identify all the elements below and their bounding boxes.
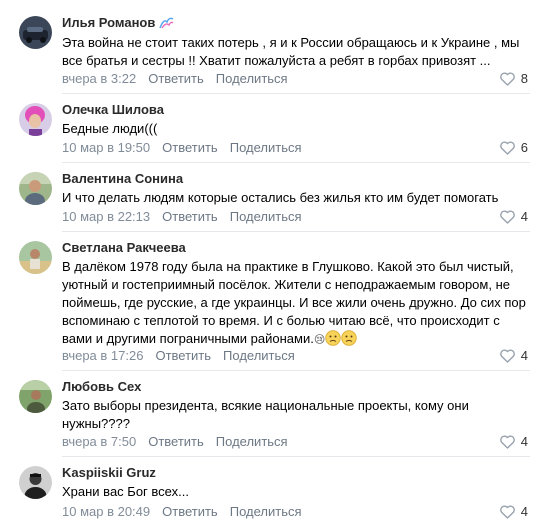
like-count: 4 (520, 434, 528, 449)
comment-author[interactable]: Светлана Ракчеева (62, 240, 186, 256)
heart-icon (499, 210, 515, 224)
heart-icon (499, 141, 515, 155)
share-button[interactable]: Поделиться (216, 434, 288, 449)
comment-time[interactable]: 10 мар в 22:13 (62, 209, 150, 224)
sad-face-emoji-icon (341, 330, 358, 346)
divider (62, 93, 530, 94)
reply-button[interactable]: Ответить (148, 71, 204, 86)
share-button[interactable]: Поделиться (230, 504, 302, 519)
like-button[interactable]: 4 (499, 348, 528, 364)
heart-icon (499, 505, 515, 519)
reply-button[interactable]: Ответить (162, 140, 218, 155)
comment-author[interactable]: Kaspiiskii Gruz (62, 465, 156, 481)
avatar[interactable] (19, 380, 52, 413)
avatar-photo (19, 466, 52, 499)
avatar[interactable] (19, 466, 52, 499)
like-count: 6 (520, 140, 528, 155)
comment-text: В далёком 1978 году была на практике в Г… (62, 258, 530, 349)
like-count: 4 (520, 504, 528, 519)
comment-time[interactable]: вчера в 7:50 (62, 434, 136, 449)
avatar-photo (19, 241, 52, 274)
comment-meta: 10 мар в 22:13 Ответить Поделиться (62, 209, 302, 225)
like-button[interactable]: 6 (499, 140, 528, 156)
comment-text: Эта война не стоит таких потерь , я и к … (62, 35, 520, 68)
comment-meta: вчера в 3:22 Ответить Поделиться (62, 71, 288, 87)
comment-text-body: В далёком 1978 году была на практике в Г… (62, 259, 526, 346)
reply-button[interactable]: Ответить (162, 504, 218, 519)
comment-text: Храни вас Бог всех... (62, 484, 189, 499)
comment-text: Бедные люди((( (62, 121, 158, 136)
comment-time[interactable]: вчера в 3:22 (62, 71, 136, 86)
share-button[interactable]: Поделиться (223, 348, 295, 363)
avatar-photo (19, 103, 52, 136)
like-button[interactable]: 4 (499, 209, 528, 225)
avatar[interactable] (19, 172, 52, 205)
comment-time[interactable]: 10 мар в 19:50 (62, 140, 150, 155)
comment-meta: 10 мар в 19:50 Ответить Поделиться (62, 140, 302, 156)
comment-author[interactable]: Валентина Сонина (62, 171, 183, 187)
share-button[interactable]: Поделиться (216, 71, 288, 86)
author-name[interactable]: Илья Романов (62, 15, 155, 30)
sad-face-emoji-icon (325, 330, 342, 346)
comment-meta: вчера в 7:50 Ответить Поделиться (62, 434, 288, 450)
emoji-glyph: 😢 (313, 333, 326, 346)
comment-time[interactable]: вчера в 17:26 (62, 348, 143, 363)
reply-button[interactable]: Ответить (162, 209, 218, 224)
comment-text: И что делать людям которые остались без … (62, 190, 499, 205)
comment-meta: 10 мар в 20:49 Ответить Поделиться (62, 504, 302, 520)
avatar-photo (19, 172, 52, 205)
avatar-photo (19, 16, 52, 49)
like-button[interactable]: 4 (499, 434, 528, 450)
comment-meta: вчера в 17:26 Ответить Поделиться (62, 348, 295, 364)
divider (62, 162, 530, 163)
avatar[interactable] (19, 16, 52, 49)
comment-author[interactable]: Олечка Шилова (62, 102, 164, 118)
avatar-photo (19, 380, 52, 413)
heart-icon (499, 435, 515, 449)
share-button[interactable]: Поделиться (230, 140, 302, 155)
avatar[interactable] (19, 241, 52, 274)
like-count: 4 (520, 348, 528, 363)
comment-author[interactable]: Любовь Сех (62, 379, 141, 395)
avatar[interactable] (19, 103, 52, 136)
prometheus-fire-icon (158, 16, 175, 30)
divider (62, 231, 530, 232)
like-count: 8 (520, 71, 528, 86)
like-button[interactable]: 4 (499, 504, 528, 520)
reply-button[interactable]: Ответить (155, 348, 211, 363)
heart-icon (499, 72, 515, 86)
comment-text: Зато выборы президента, всякие националь… (62, 398, 469, 431)
comment-time[interactable]: 10 мар в 20:49 (62, 504, 150, 519)
divider (62, 370, 530, 371)
like-button[interactable]: 8 (499, 71, 528, 87)
reply-button[interactable]: Ответить (148, 434, 204, 449)
comment-author[interactable]: Илья Романов (62, 15, 175, 31)
share-button[interactable]: Поделиться (230, 209, 302, 224)
divider (62, 456, 530, 457)
heart-icon (499, 349, 515, 363)
like-count: 4 (520, 209, 528, 224)
